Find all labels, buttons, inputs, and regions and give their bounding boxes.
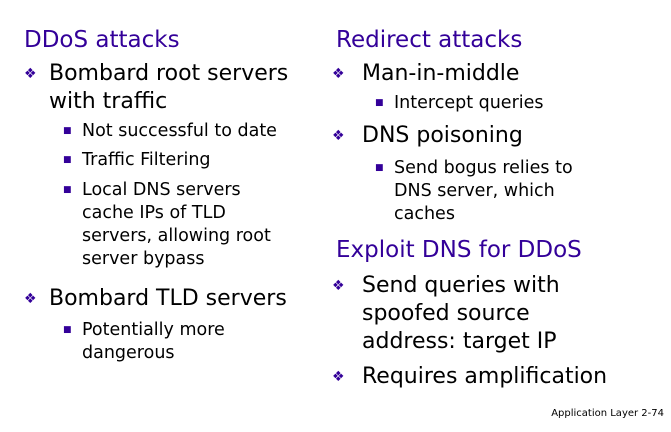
heading-ddos-attacks: DDoS attacks	[24, 27, 180, 53]
diamond-bullet-icon: ❖	[332, 278, 345, 294]
square-bullet-icon: ■	[63, 185, 72, 195]
sub-bullet-text: server bypass	[82, 249, 205, 269]
heading-exploit-dns: Exploit DNS for DDoS	[336, 237, 582, 263]
square-bullet-icon: ■	[375, 163, 384, 173]
diamond-bullet-icon: ❖	[24, 66, 37, 82]
bullet-text: with traffic	[49, 89, 168, 114]
sub-bullet-text: dangerous	[82, 343, 175, 363]
diamond-bullet-icon: ❖	[24, 291, 37, 307]
sub-bullet-text: Potentially more	[82, 320, 225, 340]
bullet-text: Bombard root servers	[49, 61, 289, 86]
sub-bullet-text: Traffic Filtering	[82, 150, 211, 170]
bullet-text: Requires amplification	[362, 364, 608, 389]
diamond-bullet-icon: ❖	[332, 369, 345, 385]
sub-bullet-text: Not successful to date	[82, 121, 277, 141]
bullet-text: Man-in-middle	[362, 61, 520, 86]
bullet-text: Send queries with	[362, 273, 560, 298]
bullet-text: Bombard TLD servers	[49, 286, 287, 311]
square-bullet-icon: ■	[63, 325, 72, 335]
sub-bullet-text: Send bogus relies to	[394, 158, 573, 178]
sub-bullet-text: servers, allowing root	[82, 226, 271, 246]
sub-bullet-text: Intercept queries	[394, 93, 544, 113]
bullet-text: DNS poisoning	[362, 123, 523, 148]
bullet-text: address: target IP	[362, 329, 557, 354]
heading-redirect-attacks: Redirect attacks	[336, 27, 523, 53]
sub-bullet-text: DNS server, which	[394, 181, 555, 201]
sub-bullet-text: caches	[394, 204, 455, 224]
square-bullet-icon: ■	[63, 126, 72, 136]
sub-bullet-text: cache IPs of TLD	[82, 203, 226, 223]
diamond-bullet-icon: ❖	[332, 128, 345, 144]
slide-footer: Application Layer 2-74	[551, 408, 664, 419]
diamond-bullet-icon: ❖	[332, 66, 345, 82]
square-bullet-icon: ■	[375, 98, 384, 108]
bullet-text: spoofed source	[362, 301, 530, 326]
sub-bullet-text: Local DNS servers	[82, 180, 241, 200]
square-bullet-icon: ■	[63, 155, 72, 165]
